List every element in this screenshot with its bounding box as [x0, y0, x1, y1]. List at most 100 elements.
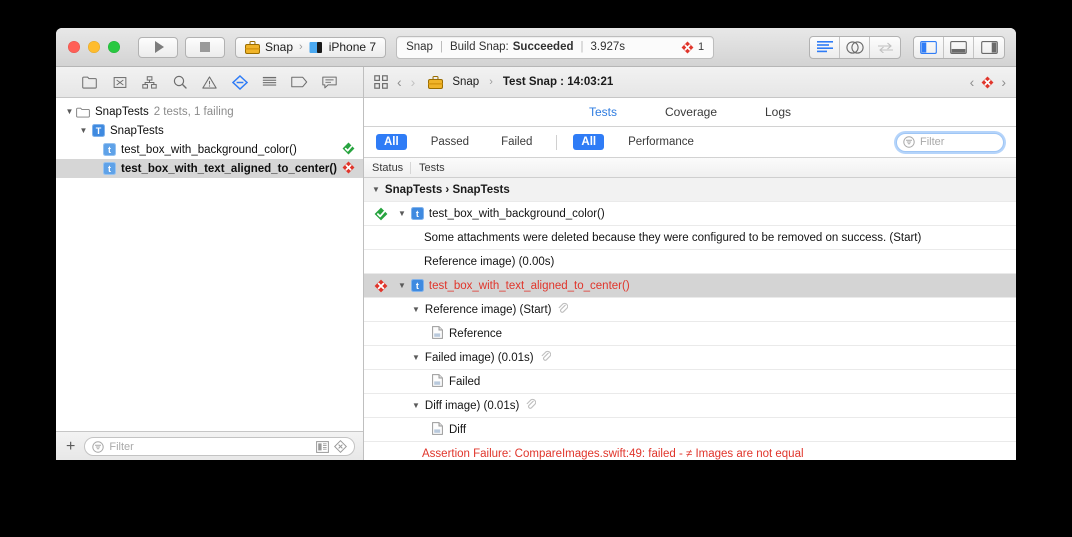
minimize-button[interactable] [88, 41, 100, 53]
tab-logs[interactable]: Logs [765, 105, 791, 119]
scheme-selector[interactable]: Snap › iPhone 7 [235, 36, 387, 58]
attachment-icon[interactable] [557, 302, 569, 317]
result-row-detail[interactable]: Some attachments were deleted because th… [364, 226, 1016, 250]
tree-item-label: SnapTests [95, 105, 149, 118]
result-row-label: Reference [449, 327, 503, 340]
disclosure-triangle-icon[interactable]: ▼ [372, 185, 380, 194]
toggle-debug-area-button[interactable] [944, 36, 974, 58]
attachment-file-icon [432, 373, 443, 390]
view-toggle-segmented[interactable] [913, 35, 1005, 59]
test-navigator-icon[interactable] [231, 74, 248, 91]
zoom-button[interactable] [108, 41, 120, 53]
navigator-filter-input[interactable]: Filter [84, 437, 355, 456]
disclosure-triangle-icon[interactable]: ▼ [64, 107, 75, 116]
back-button[interactable]: ‹ [397, 74, 402, 90]
tree-item-detail: 2 tests, 1 failing [153, 105, 234, 118]
tab-coverage[interactable]: Coverage [665, 105, 717, 119]
show-only-recent-icon[interactable] [316, 440, 329, 453]
status-result: Succeeded [512, 41, 574, 53]
result-row-test-passed[interactable]: ▼ t test_box_with_background_color() [364, 202, 1016, 226]
toggle-navigator-button[interactable] [914, 36, 944, 58]
result-row-label: Diff image) (0.01s) [424, 399, 520, 412]
scheme-separator: › [299, 41, 303, 53]
result-row-activity[interactable]: ▼ Diff image) (0.01s) [364, 394, 1016, 418]
tree-item-snaptests-bundle[interactable]: ▼ SnapTests 2 tests, 1 failing [56, 102, 363, 121]
error-badge-icon[interactable] [681, 41, 694, 54]
toggle-utilities-button[interactable] [974, 37, 1004, 58]
report-navigator-icon[interactable] [321, 74, 338, 91]
result-row-label: Reference image) (Start) [424, 303, 552, 316]
result-row-attachment[interactable]: Diff [364, 418, 1016, 442]
result-row-attachment[interactable]: Reference [364, 322, 1016, 346]
results-group-row[interactable]: ▼ SnapTests › SnapTests [364, 178, 1016, 202]
run-button[interactable] [138, 36, 178, 58]
symbol-navigator-icon[interactable] [111, 74, 128, 91]
previous-issue-button[interactable]: ‹ [970, 74, 975, 90]
tree-item-test-background-color[interactable]: t test_box_with_background_color() [56, 140, 363, 159]
result-row-assertion-failure[interactable]: Assertion Failure: CompareImages.swift:4… [364, 442, 1016, 460]
disclosure-triangle-icon[interactable]: ▼ [412, 401, 420, 410]
issue-error-icon[interactable] [981, 76, 994, 89]
breadcrumb-report[interactable]: Test Snap : 14:03:21 [503, 76, 613, 88]
disclosure-triangle-icon[interactable]: ▼ [412, 353, 420, 362]
test-failed-icon [364, 279, 398, 293]
standard-editor-button[interactable] [810, 36, 840, 58]
result-row-activity[interactable]: ▼ Failed image) (0.01s) [364, 346, 1016, 370]
disclosure-triangle-icon[interactable]: ▼ [398, 209, 406, 218]
breakpoint-navigator-icon[interactable] [291, 74, 308, 91]
close-button[interactable] [68, 41, 80, 53]
show-only-failed-icon[interactable] [334, 440, 347, 453]
related-items-icon[interactable] [374, 75, 388, 89]
test-method-icon: t [103, 143, 116, 156]
tree-item-snaptests-class[interactable]: ▼ T SnapTests [56, 121, 363, 140]
briefcase-icon [245, 40, 260, 54]
attachment-file-icon [432, 325, 443, 342]
stop-button[interactable] [185, 36, 225, 58]
filter-all-button[interactable]: All [376, 134, 407, 150]
forward-button[interactable]: › [411, 74, 416, 90]
result-row-attachment[interactable]: Failed [364, 370, 1016, 394]
filter-icon [92, 440, 105, 453]
filter-all-types-button[interactable]: All [573, 134, 605, 150]
breadcrumb-separator: › [489, 76, 493, 88]
tree-item-label: test_box_with_background_color() [121, 143, 297, 156]
filter-performance-button[interactable]: Performance [620, 134, 702, 150]
test-results-list: ▼ SnapTests › SnapTests ▼ t test_box_wit… [364, 178, 1016, 460]
assistant-editor-button[interactable] [840, 36, 870, 58]
issue-navigator-icon[interactable] [201, 74, 218, 91]
report-filter-bar: All Passed Failed All Performance Filter [364, 127, 1016, 158]
debug-navigator-icon[interactable] [261, 74, 278, 91]
standard-editor-icon [816, 41, 833, 53]
disclosure-triangle-icon[interactable]: ▼ [78, 126, 89, 135]
attachment-icon[interactable] [540, 350, 551, 365]
result-row-test-failed[interactable]: ▼ t test_box_with_text_aligned_to_center… [364, 274, 1016, 298]
add-button[interactable]: + [64, 438, 77, 455]
assertion-failure-message: Assertion Failure: CompareImages.swift:4… [422, 447, 804, 460]
test-method-icon: t [410, 207, 424, 220]
project-navigator-icon[interactable] [81, 74, 98, 91]
editor-mode-segmented[interactable] [809, 35, 901, 59]
report-tabs: Tests Coverage Logs [364, 98, 1016, 127]
filter-failed-button[interactable]: Failed [493, 134, 540, 150]
tree-item-test-text-aligned-center[interactable]: t test_box_with_text_aligned_to_center() [56, 159, 363, 178]
disclosure-triangle-icon[interactable]: ▼ [412, 305, 420, 314]
search-navigator-icon[interactable] [171, 74, 188, 91]
xcode-window: Snap › iPhone 7 Snap | Build Snap: Succe… [56, 28, 1016, 460]
jump-bar: ‹ › Snap › Test Snap : 14:03:21 ‹ › [364, 67, 1016, 98]
activity-status-bar[interactable]: Snap | Build Snap: Succeeded | 3.927s 1 [396, 35, 715, 59]
briefcase-icon [428, 75, 444, 89]
result-row-activity[interactable]: ▼ Reference image) (Start) [364, 298, 1016, 322]
filter-passed-button[interactable]: Passed [423, 134, 477, 150]
report-filter-input[interactable]: Filter [896, 132, 1004, 152]
result-row-detail[interactable]: Reference image) (0.00s) [364, 250, 1016, 274]
disclosure-triangle-icon[interactable]: ▼ [398, 281, 406, 290]
breadcrumb-project[interactable]: Snap [452, 76, 479, 88]
attachment-icon[interactable] [525, 398, 537, 413]
play-icon [155, 41, 164, 53]
version-editor-button[interactable] [870, 37, 900, 58]
find-hierarchy-icon[interactable] [141, 74, 158, 91]
tab-tests[interactable]: Tests [589, 105, 617, 119]
next-issue-button[interactable]: › [1001, 74, 1006, 90]
error-count: 1 [697, 41, 705, 53]
navigator-pane: ▼ SnapTests 2 tests, 1 failing ▼ T SnapT… [56, 67, 364, 460]
